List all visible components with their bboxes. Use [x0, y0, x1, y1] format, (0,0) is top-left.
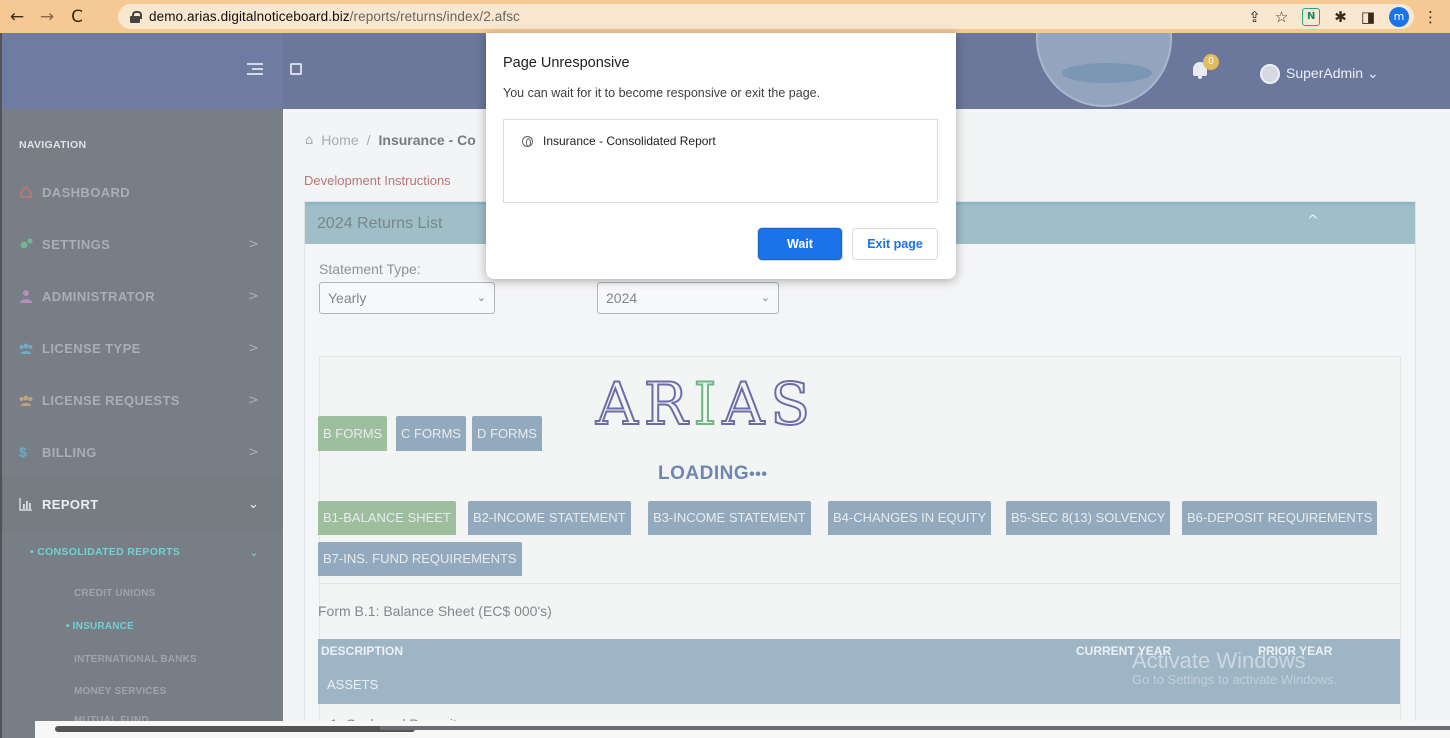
- reload-icon[interactable]: C: [64, 4, 90, 30]
- page-globe-icon: [522, 135, 533, 147]
- browser-toolbar: ← → C demo.arias.digitalnoticeboard.biz/…: [0, 0, 1450, 33]
- extension-n-icon[interactable]: N: [1302, 7, 1321, 26]
- page-unresponsive-dialog: Page Unresponsive You can wait for it to…: [486, 33, 956, 279]
- list-item: Insurance - Consolidated Report: [522, 134, 716, 148]
- unresponsive-page-list: Insurance - Consolidated Report: [503, 119, 938, 203]
- wait-button[interactable]: Wait: [758, 228, 842, 260]
- bookmark-star-icon[interactable]: ☆: [1275, 8, 1288, 26]
- side-panel-icon[interactable]: ◨: [1361, 8, 1375, 26]
- page-title: Insurance - Consolidated Report: [543, 134, 716, 148]
- browser-menu-icon[interactable]: ⋮: [1423, 8, 1438, 26]
- url-text[interactable]: demo.arias.digitalnoticeboard.biz/report…: [149, 9, 520, 24]
- lock-icon[interactable]: [130, 10, 142, 23]
- dialog-title: Page Unresponsive: [503, 55, 630, 71]
- address-bar[interactable]: demo.arias.digitalnoticeboard.biz/report…: [118, 4, 1414, 29]
- forward-arrow-icon[interactable]: →: [34, 4, 60, 30]
- profile-avatar[interactable]: m: [1389, 6, 1409, 27]
- back-arrow-icon[interactable]: ←: [4, 4, 30, 30]
- extensions-puzzle-icon[interactable]: ✱: [1334, 8, 1347, 26]
- dialog-message: You can wait for it to become responsive…: [503, 86, 821, 100]
- browser-actions: ⇪ ☆ N ✱ ◨ m ⋮: [1248, 4, 1438, 29]
- exit-page-button[interactable]: Exit page: [852, 228, 938, 260]
- share-icon[interactable]: ⇪: [1248, 8, 1261, 26]
